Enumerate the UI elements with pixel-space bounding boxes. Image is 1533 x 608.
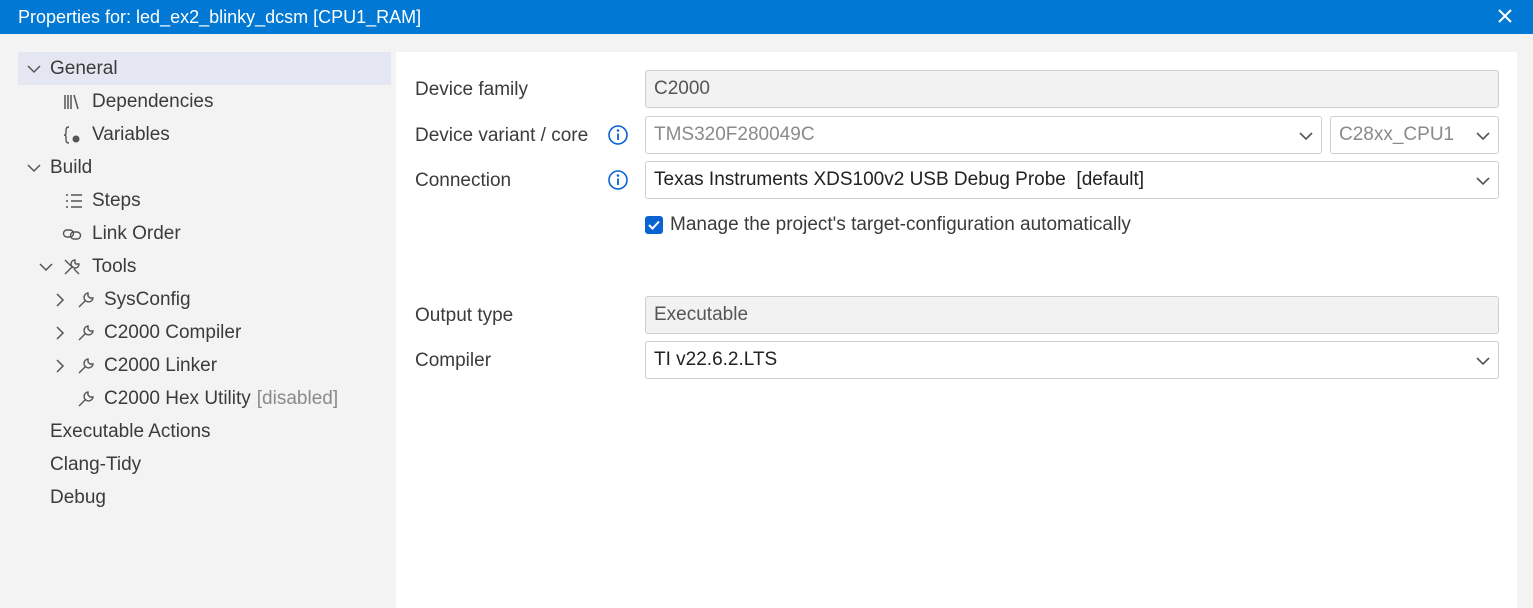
link-icon xyxy=(62,229,82,240)
compiler-select[interactable]: TI v22.6.2.LTS xyxy=(645,341,1499,379)
connection-value: Texas Instruments XDS100v2 USB Debug Pro… xyxy=(654,169,1145,190)
connection-select[interactable]: Texas Instruments XDS100v2 USB Debug Pro… xyxy=(645,161,1499,199)
sidebar-item-tools[interactable]: Tools xyxy=(18,250,391,283)
close-icon[interactable] xyxy=(1495,6,1515,26)
compiler-label: Compiler xyxy=(415,350,492,371)
core-value: C28xx_CPU1 xyxy=(1339,124,1455,145)
sidebar-item-label: SysConfig xyxy=(104,289,191,310)
chevron-down-icon xyxy=(1476,357,1490,366)
sidebar-item-clang-tidy[interactable]: Clang-Tidy xyxy=(18,448,391,481)
sidebar-item-label: C2000 Hex Utility xyxy=(104,388,251,409)
chevron-down-icon xyxy=(1476,177,1490,186)
sidebar-item-label: Tools xyxy=(92,256,137,277)
chevron-down-icon[interactable] xyxy=(38,259,54,275)
chevron-down-icon[interactable] xyxy=(26,160,42,176)
wrench-icon xyxy=(78,358,94,374)
sidebar-item-steps[interactable]: Steps xyxy=(18,184,391,217)
chevron-right-icon[interactable] xyxy=(52,325,68,341)
chevron-down-icon[interactable] xyxy=(26,61,42,77)
device-variant-select[interactable]: TMS320F280049C xyxy=(645,116,1322,154)
properties-panel: Device family C2000 Device variant / cor… xyxy=(396,52,1517,608)
chevron-right-icon[interactable] xyxy=(52,358,68,374)
window-title: Properties for: led_ex2_blinky_dcsm [CPU… xyxy=(18,7,422,27)
compiler-value: TI v22.6.2.LTS xyxy=(654,349,778,370)
sidebar-item-label: Build xyxy=(50,157,93,178)
library-icon xyxy=(64,94,79,110)
tools-icon xyxy=(64,259,80,275)
info-icon[interactable] xyxy=(607,124,629,146)
checkmark-icon xyxy=(648,220,660,230)
sidebar-item-label: Steps xyxy=(92,190,141,211)
sidebar-item-label: Dependencies xyxy=(92,91,214,112)
disabled-tag: [disabled] xyxy=(256,388,339,409)
sidebar-item-label: Debug xyxy=(50,487,106,508)
sidebar-item-sysconfig[interactable]: SysConfig xyxy=(18,283,391,316)
sidebar-item-dependencies[interactable]: Dependencies xyxy=(18,85,391,118)
title-bar: Properties for: led_ex2_blinky_dcsm [CPU… xyxy=(0,0,1533,34)
list-icon xyxy=(66,194,82,208)
sidebar-item-label: Clang-Tidy xyxy=(50,454,142,475)
output-type-value: Executable xyxy=(654,304,749,325)
sidebar-item-variables[interactable]: Variables xyxy=(18,118,391,151)
sidebar-item-c2000-hex-utility[interactable]: C2000 Hex Utility [disabled] xyxy=(18,382,391,415)
chevron-down-icon xyxy=(1299,132,1313,141)
core-select[interactable]: C28xx_CPU1 xyxy=(1330,116,1499,154)
sidebar-item-link-order[interactable]: Link Order xyxy=(18,217,391,250)
sidebar-item-debug[interactable]: Debug xyxy=(18,481,391,514)
info-icon[interactable] xyxy=(607,169,629,191)
output-type-label: Output type xyxy=(415,305,514,326)
sidebar-item-label: Variables xyxy=(92,124,170,145)
sidebar-item-label: Link Order xyxy=(92,223,181,244)
wrench-icon xyxy=(78,391,94,407)
sidebar-item-c2000-compiler[interactable]: C2000 Compiler xyxy=(18,316,391,349)
sidebar-item-label-group: C2000 Hex Utility [disabled] xyxy=(104,382,338,415)
sidebar-item-executable-actions[interactable]: Executable Actions xyxy=(18,415,391,448)
sidebar-item-general[interactable]: General xyxy=(18,52,391,85)
manage-target-checkbox[interactable] xyxy=(645,216,663,234)
chevron-right-icon[interactable] xyxy=(52,292,68,308)
connection-label: Connection xyxy=(415,170,512,191)
wrench-icon xyxy=(78,325,94,341)
sidebar-item-label: Executable Actions xyxy=(50,421,211,442)
sidebar-item-label: C2000 Linker xyxy=(104,355,218,376)
device-family-field: C2000 xyxy=(645,70,1499,108)
sidebar-item-label: General xyxy=(50,58,118,79)
manage-target-label[interactable]: Manage the project's target-configuratio… xyxy=(670,214,1131,236)
device-family-label: Device family xyxy=(415,79,528,100)
device-family-value: C2000 xyxy=(654,78,710,99)
sidebar-tree: General Dependencies Variables Build Ste… xyxy=(0,34,396,608)
sidebar-item-build[interactable]: Build xyxy=(18,151,391,184)
sidebar-item-c2000-linker[interactable]: C2000 Linker xyxy=(18,349,391,382)
sidebar-item-label: C2000 Compiler xyxy=(104,322,242,343)
variable-braces-icon xyxy=(63,126,80,144)
chevron-down-icon xyxy=(1476,132,1490,141)
wrench-icon xyxy=(78,292,94,308)
output-type-field: Executable xyxy=(645,296,1499,334)
device-variant-label: Device variant / core xyxy=(415,125,589,146)
device-variant-value: TMS320F280049C xyxy=(654,124,815,145)
